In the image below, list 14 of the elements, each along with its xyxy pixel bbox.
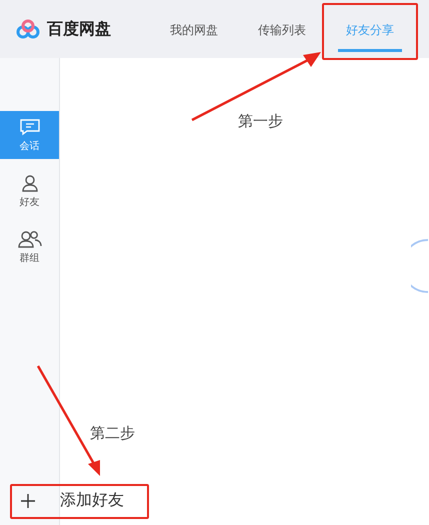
app-name: 百度网盘 [47,18,111,40]
sidebar-item[interactable]: 群组 [0,223,59,271]
step-label: 第二步 [90,424,135,443]
nav-tab[interactable]: 我的网盘 [162,10,226,52]
circle-outline [411,238,429,294]
plus-icon [20,492,36,508]
nav-tab[interactable]: 传输列表 [250,10,314,52]
add-friend-button[interactable]: 添加好友 [14,488,130,513]
sidebar-item[interactable]: 好友 [0,167,59,215]
people-icon [18,230,42,248]
cloud-logo-icon [15,19,41,39]
chat-icon [18,118,40,136]
person-icon [20,174,38,192]
step-label: 第一步 [238,112,283,131]
